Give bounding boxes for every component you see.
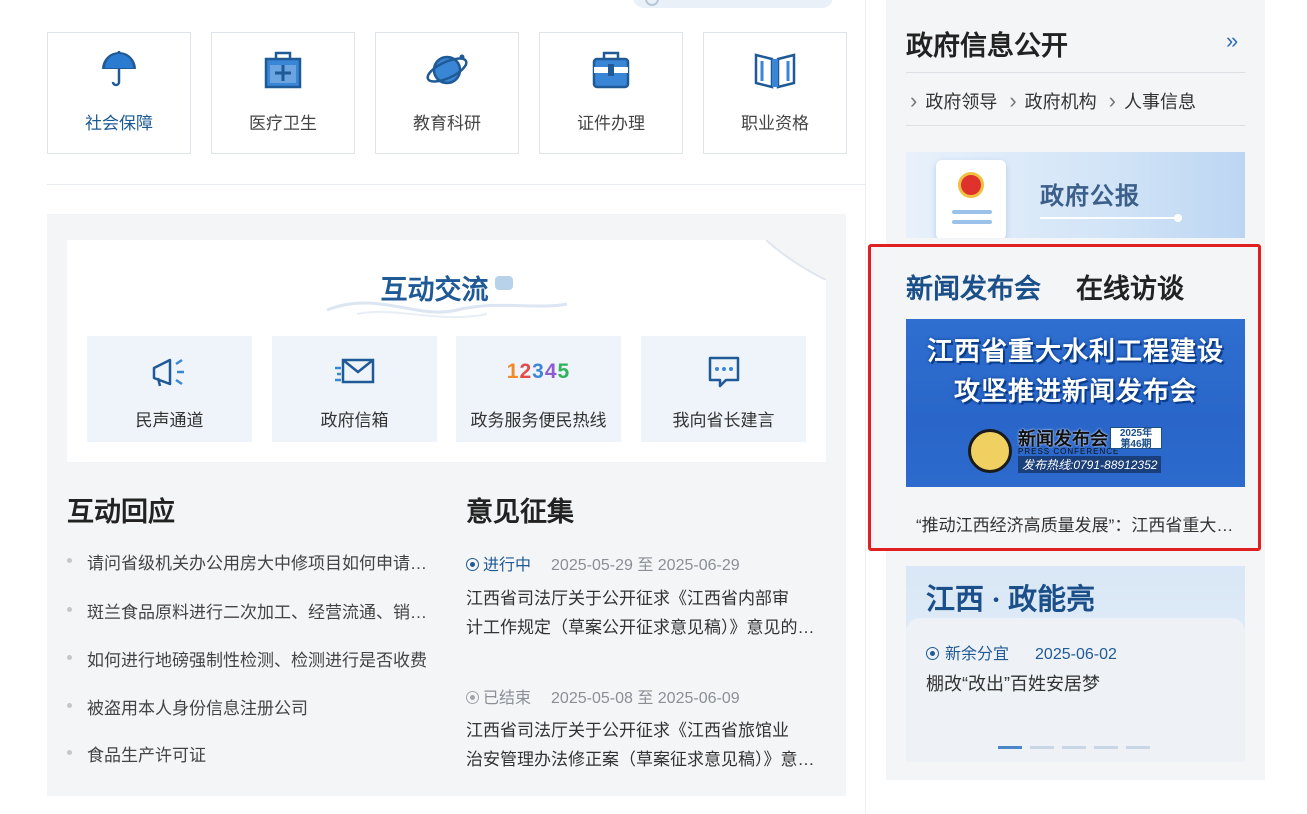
divider: [906, 72, 1245, 73]
service-tile-qualifications[interactable]: 职业资格: [703, 32, 847, 154]
ix-button-label: 我向省长建言: [672, 411, 775, 430]
mail-icon: [334, 358, 374, 384]
carousel-dot[interactable]: [1126, 746, 1150, 749]
opinion-meta: 已结束 2025-05-08 至 2025-06-09: [466, 684, 740, 708]
response-item[interactable]: 斑兰食品原料进行二次加工、经营流通、销售是否合规: [67, 598, 427, 623]
hotline-12345-icon: 12345: [456, 360, 621, 384]
issue-badge: 2025年 第46期: [1110, 427, 1162, 450]
link-gov-agencies[interactable]: 政府机构: [1009, 92, 1096, 112]
ix-button-governor-advice[interactable]: 我向省长建言: [641, 336, 806, 442]
hotline-digit: 1: [506, 360, 520, 383]
more-chevron-icon[interactable]: »: [1226, 28, 1239, 54]
ix-button-hotline[interactable]: 12345 政务服务便民热线: [456, 336, 621, 442]
press-conference-banner[interactable]: 江西省重大水利工程建设 攻坚推进新闻发布会 新闻发布会 PRESS CONFER…: [906, 319, 1245, 487]
opinions-title: 意见征集: [466, 497, 574, 527]
hotline-digit: 3: [532, 360, 545, 383]
hotline-digit: 2: [519, 360, 533, 383]
news-conference-box: 新闻发布会 在线访谈 江西省重大水利工程建设 攻坚推进新闻发布会 新闻发布会 P…: [868, 244, 1261, 551]
tab-press-conference[interactable]: 新闻发布会: [906, 267, 1041, 306]
banner-title-line2: 攻坚推进新闻发布会: [953, 376, 1197, 406]
service-label: 证件办理: [577, 114, 645, 133]
ix-button-label: 政务服务便民热线: [470, 411, 607, 430]
jiangxi-meta: 新余分宜 2025-06-02: [926, 640, 1117, 664]
ix-button-gov-mailbox[interactable]: 政府信箱: [272, 336, 437, 442]
briefcase-icon: [592, 51, 630, 89]
planet-icon: [426, 54, 468, 85]
gov-gazette-banner[interactable]: 政府公报: [906, 152, 1245, 238]
medical-kit-icon: [264, 51, 302, 89]
responses-title: 互动回应: [67, 497, 175, 527]
service-tile-social-security[interactable]: 社会保障: [47, 32, 191, 154]
link-gov-leaders[interactable]: 政府领导: [910, 92, 997, 112]
megaphone-icon: [152, 358, 184, 387]
umbrella-icon: [102, 51, 136, 87]
service-label: 医疗卫生: [249, 114, 317, 133]
carousel-dot[interactable]: [1062, 746, 1086, 749]
divider: [47, 184, 865, 185]
service-label: 职业资格: [741, 114, 809, 133]
news-caption[interactable]: “推动江西经济高质量发展”：江西省重大水利工程建设攻坚推进新闻发布会: [916, 511, 1246, 536]
carousel-dot[interactable]: [1030, 746, 1054, 749]
hotline-digit: 4: [544, 360, 558, 383]
status-badge: 已结束: [483, 690, 532, 707]
ix-button-label: 政府信箱: [320, 411, 389, 430]
seal-icon: [968, 429, 1012, 473]
interaction-panel: 互动交流 民声通道 政府信箱 12345 政务服务便民热线 我向省长建言 互动回…: [47, 214, 846, 796]
top-search-pill[interactable]: [633, 0, 833, 8]
book-icon: [754, 53, 796, 89]
jiangxi-headline[interactable]: 棚改“改出”百姓安居梦: [926, 670, 1100, 696]
tab-online-interview[interactable]: 在线访谈: [1076, 267, 1184, 306]
response-item[interactable]: 请问省级机关办公用房大中修项目如何申请审批？: [67, 549, 427, 574]
location-radio-icon: [926, 647, 939, 660]
gazette-label: 政府公报: [1040, 183, 1140, 210]
service-tile-education[interactable]: 教育科研: [375, 32, 519, 154]
opinion-meta: 进行中 2025-05-29 至 2025-06-29: [466, 551, 740, 575]
speech-bubble-icon: [494, 276, 513, 290]
jiangxi-zhengnengliang: 江西 · 政能亮 新余分宜 2025-06-02 棚改“改出”百姓安居梦: [906, 566, 1245, 762]
emblem-icon: [958, 172, 984, 198]
carousel-dots: [998, 736, 1158, 754]
gov-info-title: 政府信息公开: [906, 31, 1068, 61]
hotline-text: 发布热线:0791-88912352: [1018, 456, 1162, 473]
column-divider: [865, 0, 866, 814]
chat-icon: [708, 356, 739, 388]
carousel-dot[interactable]: [1094, 746, 1118, 749]
jiangxi-title: 江西 · 政能亮: [926, 584, 1096, 616]
link-personnel-info[interactable]: 人事信息: [1109, 92, 1196, 112]
divider: [906, 125, 1245, 126]
status-radio-icon: [466, 558, 479, 571]
status-radio-icon: [466, 691, 479, 704]
opinion-item[interactable]: 江西省司法厅关于公开征求《江西省旅馆业 治安管理办法修正案（草案征求意见稿）》意…: [466, 716, 826, 774]
response-item[interactable]: 被盗用本人身份信息注册公司: [67, 694, 427, 719]
service-tile-medical[interactable]: 医疗卫生: [211, 32, 355, 154]
ix-button-label: 民声通道: [135, 411, 204, 430]
opinion-item[interactable]: 江西省司法厅关于公开征求《江西省内部审 计工作规定（草案公开征求意见稿）》意见的…: [466, 584, 826, 642]
service-tile-certificates[interactable]: 证件办理: [539, 32, 683, 154]
response-item[interactable]: 如何进行地磅强制性检测、检测进行是否收费: [67, 646, 427, 671]
carousel-dot[interactable]: [998, 746, 1022, 749]
service-label: 教育科研: [413, 114, 481, 133]
response-item[interactable]: 食品生产许可证: [67, 741, 427, 766]
search-icon: [645, 0, 659, 6]
conference-label-en: PRESS CONFERENCE: [1018, 447, 1120, 456]
service-label: 社会保障: [85, 114, 153, 133]
hotline-digit: 5: [557, 360, 571, 383]
status-badge: 进行中: [483, 557, 532, 574]
banner-title-line1: 江西省重大水利工程建设: [926, 336, 1224, 366]
document-icon: [936, 160, 1006, 238]
service-tiles: 社会保障 医疗卫生 教育科研 证件办理 职业资格: [47, 32, 847, 154]
interaction-title: 互动交流: [67, 268, 826, 307]
gov-info-links: 政府领导政府机构人事信息: [910, 88, 1208, 114]
jiangxi-card: 新余分宜 2025-06-02 棚改“改出”百姓安居梦: [906, 618, 1245, 762]
ix-button-public-voice[interactable]: 民声通道: [87, 336, 252, 442]
interaction-card: 互动交流 民声通道 政府信箱 12345 政务服务便民热线 我向省长建言: [67, 240, 826, 462]
